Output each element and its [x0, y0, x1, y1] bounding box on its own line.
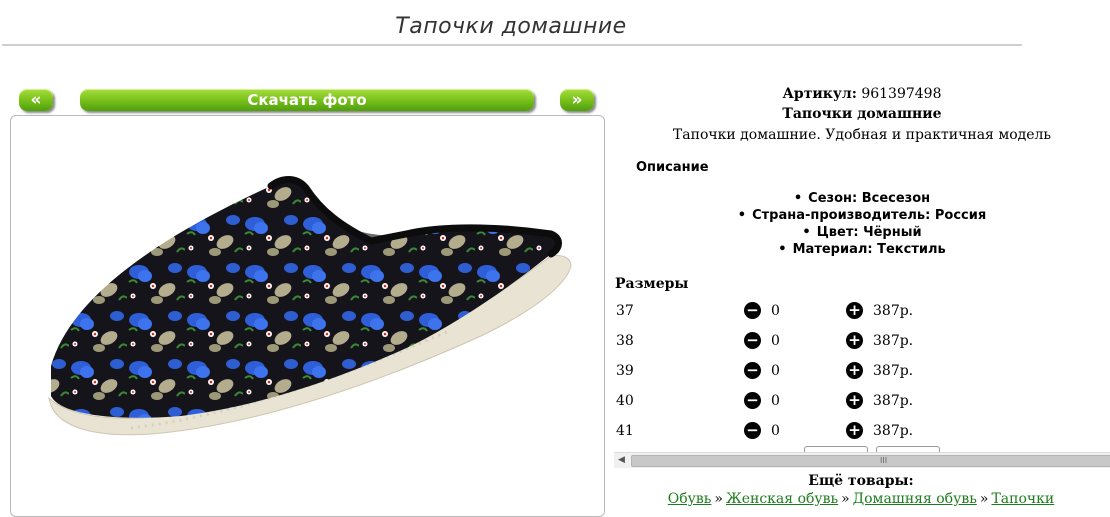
minus-circle-icon[interactable]: − — [744, 332, 761, 349]
scrollbar-grip: III — [880, 456, 888, 465]
price-value: 387р. — [873, 363, 914, 379]
size-row: 38 − 0 + 387р. — [612, 330, 1110, 354]
quantity-value: 0 — [771, 333, 780, 349]
article-value: 961397498 — [861, 86, 942, 102]
minus-circle-icon[interactable]: − — [744, 362, 761, 379]
plus-circle-icon[interactable]: + — [846, 332, 863, 349]
minus-circle-icon[interactable]: − — [744, 392, 761, 409]
plus-circle-icon[interactable]: + — [846, 362, 863, 379]
price-value: 387р. — [873, 333, 914, 349]
size-value: 38 — [616, 333, 634, 349]
size-value: 39 — [616, 363, 634, 379]
title-divider — [2, 44, 1022, 46]
quantity-value: 0 — [771, 393, 780, 409]
breadcrumb-link[interactable]: Женская обувь — [726, 491, 838, 507]
size-row: 39 − 0 + 387р. — [612, 360, 1110, 384]
scrollbar-thumb[interactable]: III — [631, 455, 1110, 467]
slipper-image — [48, 176, 572, 436]
plus-circle-icon[interactable]: + — [846, 302, 863, 319]
product-photo — [10, 115, 605, 517]
feature-item: Сезон: Всесезон — [612, 190, 1110, 207]
size-value: 40 — [616, 393, 634, 409]
horizontal-scrollbar[interactable]: ◀ III — [614, 452, 1110, 468]
article-label: Артикул: — [782, 86, 857, 102]
sizes-heading: Размеры — [615, 276, 689, 292]
price-value: 387р. — [873, 423, 914, 439]
size-row: 40 − 0 + 387р. — [612, 390, 1110, 414]
minus-circle-icon[interactable]: − — [744, 302, 761, 319]
breadcrumb-link[interactable]: Домашняя обувь — [853, 491, 977, 507]
description-heading: Описание — [636, 160, 709, 175]
breadcrumb-link[interactable]: Обувь — [668, 491, 712, 507]
size-value: 37 — [616, 303, 634, 319]
product-name: Тапочки домашние — [782, 106, 942, 122]
product-tagline: Тапочки домашние. Удобная и практичная м… — [672, 127, 1052, 143]
quantity-value: 0 — [771, 363, 780, 379]
feature-item: Страна-производитель: Россия — [612, 207, 1110, 224]
chevron-left-icon[interactable]: ◀ — [614, 453, 629, 468]
next-photo-button[interactable]: » — [560, 89, 594, 111]
feature-item: Цвет: Чёрный — [612, 224, 1110, 241]
article-line: Артикул: 961397498 — [612, 86, 1110, 102]
page-title: Тапочки домашние — [395, 14, 627, 39]
more-products-heading: Ещё товары: — [808, 473, 914, 489]
breadcrumb-separator: » — [714, 491, 723, 507]
minus-circle-icon[interactable]: − — [744, 422, 761, 439]
breadcrumb-link[interactable]: Тапочки — [991, 491, 1054, 507]
breadcrumb-separator: » — [841, 491, 850, 507]
price-value: 387р. — [873, 303, 914, 319]
quantity-value: 0 — [771, 303, 780, 319]
breadcrumb: Обувь» Женская обувь» Домашняя обувь» Тапоч… — [612, 491, 1110, 507]
quantity-value: 0 — [771, 423, 780, 439]
size-value: 41 — [616, 423, 634, 439]
prev-photo-button[interactable]: « — [19, 89, 53, 111]
size-row: 37 − 0 + 387р. — [612, 300, 1110, 324]
feature-item: Материал: Текстиль — [612, 241, 1110, 258]
breadcrumb-separator: » — [979, 491, 989, 507]
feature-list: Сезон: Всесезон Страна-производитель: Ро… — [612, 190, 1110, 258]
plus-circle-icon[interactable]: + — [846, 422, 863, 439]
plus-circle-icon[interactable]: + — [846, 392, 863, 409]
size-row: 41 − 0 + 387р. — [612, 420, 1110, 444]
download-photo-button[interactable]: Скачать фото — [80, 89, 534, 111]
price-value: 387р. — [873, 393, 914, 409]
